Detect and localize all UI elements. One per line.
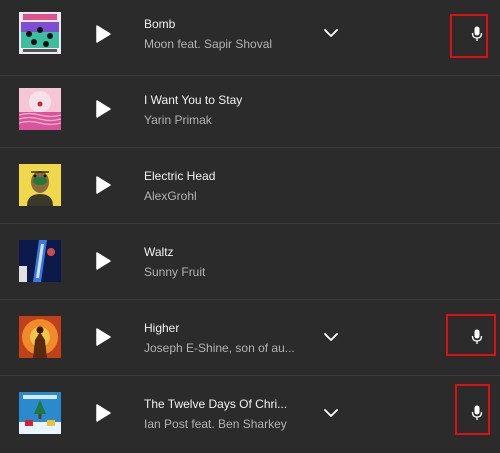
bomb-album-art (19, 12, 61, 54)
track-artist[interactable]: Yarin Primak (144, 113, 212, 127)
play-icon[interactable] (94, 25, 112, 43)
higher-album-art (19, 316, 61, 358)
track-artist[interactable]: Joseph E-Shine, son of au... (144, 341, 295, 355)
track-row[interactable]: I Want You to Stay Yarin Primak (0, 72, 500, 148)
track-row[interactable]: Bomb Moon feat. Sapir Shoval (0, 0, 500, 76)
microphone-icon[interactable] (471, 405, 483, 421)
electric-head-album-art (19, 164, 61, 206)
track-title[interactable]: Bomb (144, 17, 175, 31)
track-artist[interactable]: Ian Post feat. Ben Sharkey (144, 417, 287, 431)
track-row[interactable]: Higher Joseph E-Shine, son of au... (0, 300, 500, 376)
track-list: Bomb Moon feat. Sapir Shoval I Want You … (0, 0, 500, 453)
play-icon[interactable] (94, 176, 112, 194)
pink-landscape-album-art (19, 88, 61, 130)
track-row[interactable]: The Twelve Days Of Chri... Ian Post feat… (0, 376, 500, 453)
track-title[interactable]: Electric Head (144, 169, 215, 183)
microphone-icon[interactable] (471, 329, 483, 345)
track-row[interactable]: Waltz Sunny Fruit (0, 224, 500, 300)
track-title[interactable]: The Twelve Days Of Chri... (144, 397, 287, 411)
play-icon[interactable] (94, 328, 112, 346)
waltz-album-art (19, 240, 61, 282)
track-title[interactable]: I Want You to Stay (144, 93, 242, 107)
play-icon[interactable] (94, 404, 112, 422)
twelve-days-album-art (19, 392, 61, 434)
track-artist[interactable]: Moon feat. Sapir Shoval (144, 37, 272, 51)
chevron-down-icon[interactable] (323, 407, 339, 419)
track-artist[interactable]: AlexGrohl (144, 189, 197, 203)
play-icon[interactable] (94, 100, 112, 118)
chevron-down-icon[interactable] (323, 27, 339, 39)
track-row[interactable]: Electric Head AlexGrohl (0, 148, 500, 224)
track-artist[interactable]: Sunny Fruit (144, 265, 205, 279)
play-icon[interactable] (94, 252, 112, 270)
microphone-icon[interactable] (471, 26, 483, 42)
track-title[interactable]: Waltz (144, 245, 174, 259)
chevron-down-icon[interactable] (323, 331, 339, 343)
track-title[interactable]: Higher (144, 321, 179, 335)
